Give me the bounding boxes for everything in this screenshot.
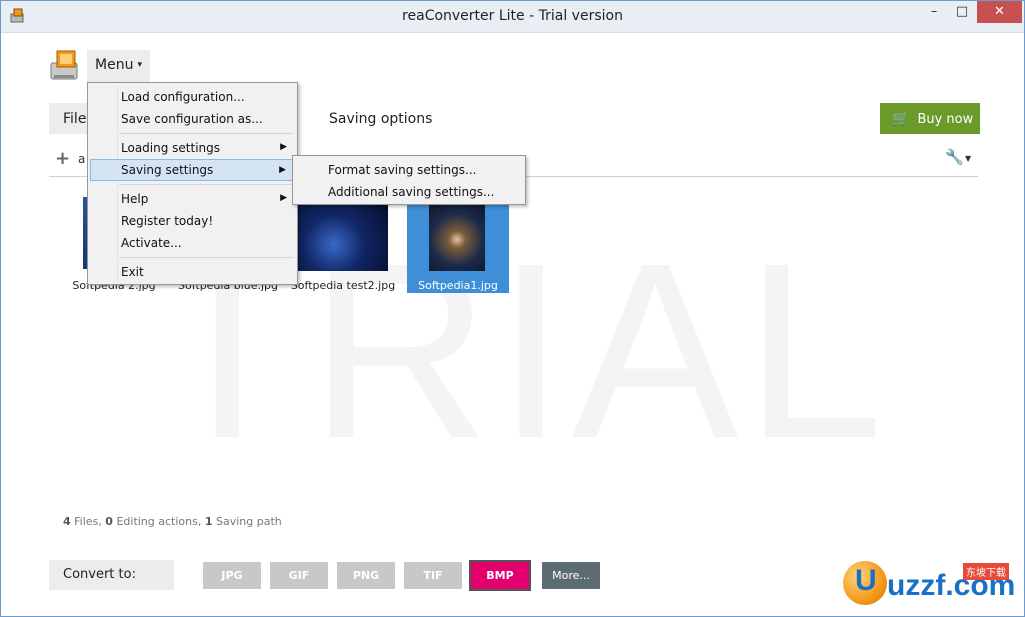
- close-button[interactable]: ✕: [977, 1, 1022, 23]
- file-thumbnail-selected[interactable]: Softpedia1.jpg: [407, 197, 509, 293]
- saving-label: Saving path: [216, 515, 282, 528]
- buy-now-label: Buy now: [917, 112, 974, 127]
- menu-item-label: Help: [121, 192, 149, 206]
- convert-to-label: Convert to:: [49, 560, 174, 590]
- menu-button-label: Menu: [95, 57, 134, 73]
- menu-separator: [119, 257, 293, 258]
- format-png-button[interactable]: PNG: [337, 562, 395, 589]
- menu-item-saving-settings[interactable]: Saving settings ▶: [90, 159, 295, 181]
- title-bar: reaConverter Lite - Trial version – □ ✕: [1, 1, 1024, 33]
- menu-item-activate[interactable]: Activate...: [90, 232, 295, 254]
- chevron-right-icon: ▶: [280, 142, 287, 152]
- wrench-icon[interactable]: 🔧: [945, 148, 964, 166]
- add-icon[interactable]: +: [55, 148, 70, 169]
- add-files-label[interactable]: a: [78, 152, 85, 166]
- chevron-right-icon: ▶: [280, 193, 287, 203]
- menu-item-register[interactable]: Register today!: [90, 210, 295, 232]
- format-tif-button[interactable]: TIF: [404, 562, 462, 589]
- thumbnail-image: [298, 205, 388, 271]
- app-window: reaConverter Lite - Trial version – □ ✕ …: [0, 0, 1025, 617]
- tab-saving-options[interactable]: Saving options: [329, 111, 432, 127]
- more-formats-button[interactable]: More...: [542, 562, 600, 589]
- maximize-button[interactable]: □: [947, 1, 977, 23]
- file-thumbnail[interactable]: Softpedia test2.jpg: [291, 197, 395, 293]
- chevron-down-icon[interactable]: ▼: [965, 154, 971, 163]
- thumbnail-image: [429, 201, 485, 271]
- thumbnail-caption: Softpedia1.jpg: [418, 279, 498, 292]
- buy-now-button[interactable]: 🛒 Buy now: [880, 103, 980, 134]
- submenu-item-additional-saving-settings[interactable]: Additional saving settings...: [295, 181, 523, 203]
- menu-item-save-configuration[interactable]: Save configuration as...: [90, 108, 295, 130]
- menu-item-label: Load configuration...: [121, 90, 245, 104]
- menu-item-label: Activate...: [121, 236, 182, 250]
- submenu-item-format-saving-settings[interactable]: Format saving settings...: [295, 159, 523, 181]
- menu-item-label: Save configuration as...: [121, 112, 263, 126]
- app-logo-icon: [50, 50, 78, 80]
- thumbnail-caption: Softpedia test2.jpg: [290, 279, 396, 292]
- brand-tagline: 东坡下载: [963, 563, 1009, 580]
- menu-item-label: Register today!: [121, 214, 214, 228]
- menu-item-load-configuration[interactable]: Load configuration...: [90, 86, 295, 108]
- editing-count: 0: [105, 515, 113, 528]
- saving-count: 1: [204, 515, 213, 528]
- menu-item-label: Loading settings: [121, 141, 221, 155]
- main-menu-dropdown: Load configuration... Save configuration…: [87, 82, 298, 285]
- menu-item-help[interactable]: Help ▶: [90, 188, 295, 210]
- minimize-button[interactable]: –: [919, 1, 949, 23]
- menu-separator: [119, 133, 293, 134]
- menu-item-exit[interactable]: Exit: [90, 261, 295, 283]
- editing-label: Editing actions,: [116, 515, 202, 528]
- chevron-right-icon: ▶: [279, 165, 286, 175]
- menu-item-label: Saving settings: [121, 163, 214, 177]
- format-bmp-button[interactable]: BMP: [469, 560, 531, 591]
- status-summary: 4 Files, 0 Editing actions, 1 Saving pat…: [63, 515, 282, 528]
- chevron-down-icon: ▾: [137, 60, 142, 70]
- files-label: Files,: [74, 515, 102, 528]
- files-count: 4: [63, 515, 71, 528]
- window-title: reaConverter Lite - Trial version: [402, 8, 623, 24]
- format-jpg-button[interactable]: JPG: [203, 562, 261, 589]
- menu-separator: [119, 184, 293, 185]
- brand-letter: U: [855, 564, 877, 597]
- uzzf-logo: U uzzf.com 东坡下载: [843, 557, 1023, 607]
- menu-item-label: Exit: [121, 265, 144, 279]
- saving-settings-submenu: Format saving settings... Additional sav…: [292, 155, 526, 205]
- cart-icon: 🛒: [892, 111, 910, 127]
- format-gif-button[interactable]: GIF: [270, 562, 328, 589]
- menu-button[interactable]: Menu ▾: [87, 50, 150, 82]
- menu-item-loading-settings[interactable]: Loading settings ▶: [90, 137, 295, 159]
